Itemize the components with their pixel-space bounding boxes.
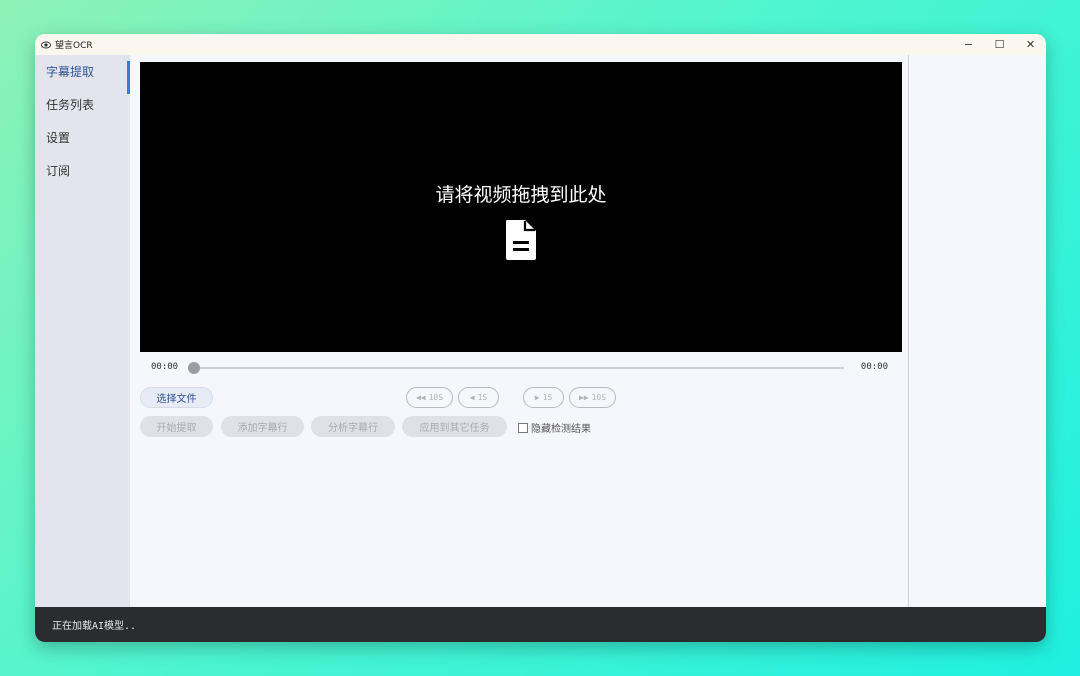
sidebar-item-label: 设置 (46, 131, 71, 145)
minimize-button[interactable]: − (953, 34, 984, 55)
total-time: 00:00 (860, 362, 888, 372)
video-drop-area[interactable]: 请将视频拖拽到此处 (140, 62, 902, 352)
current-time: 00:00 (151, 362, 179, 372)
app-title: 望言OCR (55, 41, 93, 51)
hide-results-checkbox[interactable] (518, 422, 528, 433)
maximize-button[interactable]: ☐ (984, 34, 1015, 55)
drop-hint: 请将视频拖拽到此处 (435, 184, 607, 206)
sidebar-item-task-list[interactable]: 任务列表 (35, 88, 130, 121)
sidebar-item-subtitle-extract[interactable]: 字幕提取 (35, 55, 130, 94)
back-1s-label: 1S (477, 393, 488, 402)
status-bar: 正在加载AI模型.. (35, 607, 1046, 642)
sidebar-item-subscription[interactable]: 订阅 (35, 154, 130, 187)
status-text: 正在加载AI模型.. (52, 621, 137, 632)
fwd-10s-label: 10S (591, 393, 607, 402)
back-1s-button[interactable]: ◀ 1S (458, 387, 499, 408)
add-subtitle-line-button[interactable]: 添加字幕行 (221, 416, 304, 437)
window-controls: − ☐ ✕ (953, 34, 1046, 55)
fast-forward-icon: ▶▶ (578, 393, 589, 402)
right-panel (908, 55, 1046, 607)
sidebar-item-label: 任务列表 (46, 98, 95, 112)
step-back-icon: ◀ (469, 393, 475, 402)
main-panel: 请将视频拖拽到此处 00:00 00:00 选择文件 ◀◀ 10S ◀ 1S ▶… (130, 55, 908, 607)
select-file-button[interactable]: 选择文件 (140, 387, 213, 408)
title-bar: 望言OCR − ☐ ✕ (35, 34, 1046, 55)
app-logo-icon (41, 41, 51, 48)
document-icon (506, 220, 536, 260)
close-button[interactable]: ✕ (1015, 34, 1046, 55)
app-window: 望言OCR − ☐ ✕ 字幕提取 任务列表 设置 订阅 请将视频拖拽到此处 00… (35, 34, 1046, 642)
sidebar-item-settings[interactable]: 设置 (35, 121, 130, 154)
back-10s-button[interactable]: ◀◀ 10S (406, 387, 453, 408)
play-icon: ▶ (534, 393, 540, 402)
seek-track[interactable] (192, 367, 844, 369)
sidebar-item-label: 字幕提取 (46, 65, 95, 79)
fwd-10s-button[interactable]: ▶▶ 10S (569, 387, 616, 408)
analyze-subtitle-line-button[interactable]: 分析字幕行 (311, 416, 395, 437)
apply-to-other-tasks-button[interactable]: 应用到其它任务 (402, 416, 507, 437)
hide-results-label: 隐藏检测结果 (531, 424, 591, 435)
hide-results-toggle[interactable]: 隐藏检测结果 (518, 420, 591, 435)
sidebar: 字幕提取 任务列表 设置 订阅 (35, 55, 130, 607)
start-extract-button[interactable]: 开始提取 (140, 416, 213, 437)
seek-handle[interactable] (188, 362, 200, 374)
fwd-1s-button[interactable]: ▶ 1S (523, 387, 564, 408)
fwd-1s-label: 1S (542, 393, 553, 402)
sidebar-item-label: 订阅 (46, 164, 71, 178)
back-10s-label: 10S (428, 393, 444, 402)
rewind-icon: ◀◀ (415, 393, 426, 402)
timeline: 00:00 00:00 (140, 361, 902, 375)
